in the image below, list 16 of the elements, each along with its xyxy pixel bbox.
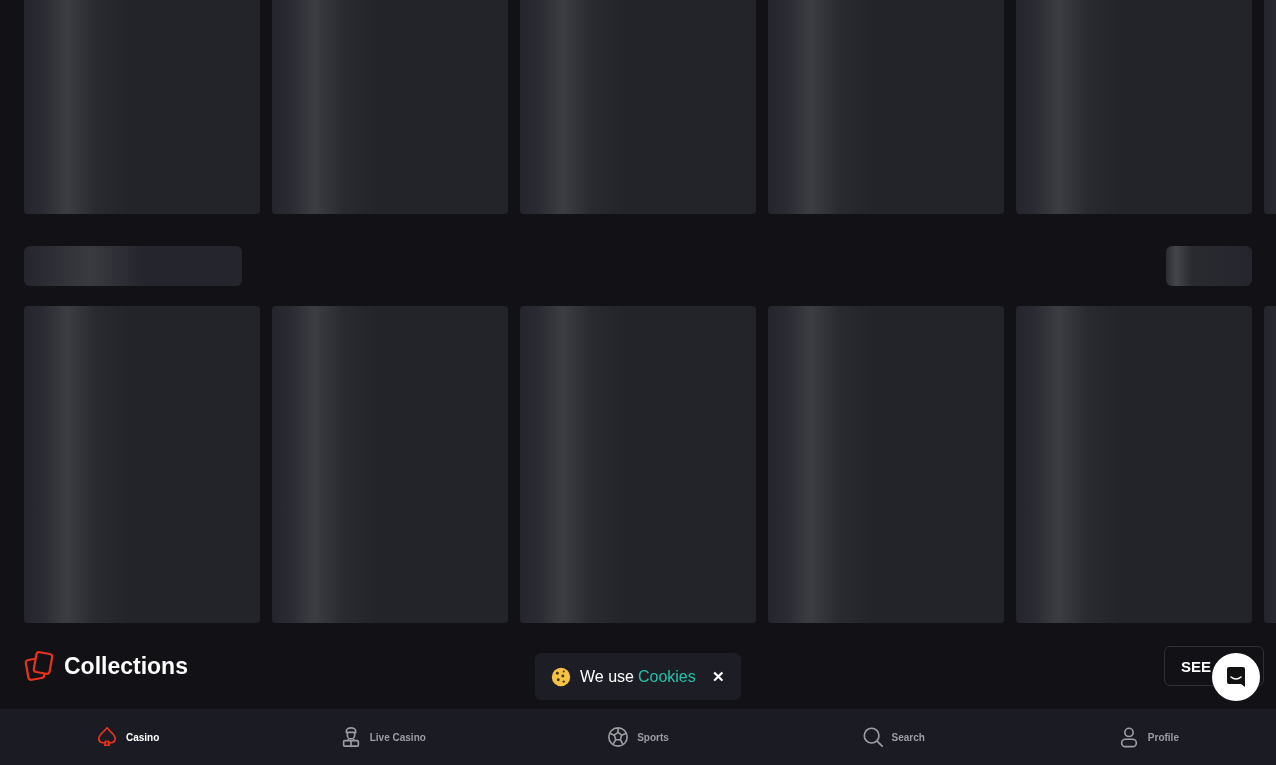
cookies-link[interactable]: Cookies [637,667,696,686]
search-icon [861,726,884,748]
cookie-icon [550,665,572,688]
chat-button[interactable] [1212,653,1260,701]
nav-tab[interactable]: Live Casino [255,709,511,765]
chat-icon [1224,665,1248,689]
nav-tab[interactable]: Profile [1020,709,1276,765]
section-title: Collections [64,652,188,680]
ball-icon [607,726,630,748]
nav-tab[interactable]: Casino [0,709,256,765]
cookie-text: We use [580,667,634,686]
cards-icon [24,651,54,681]
close-button[interactable]: ✕ [710,667,727,686]
nav-tab[interactable]: Search [765,709,1021,765]
spade-icon [95,726,118,748]
nav-tab[interactable]: Sports [510,709,766,765]
